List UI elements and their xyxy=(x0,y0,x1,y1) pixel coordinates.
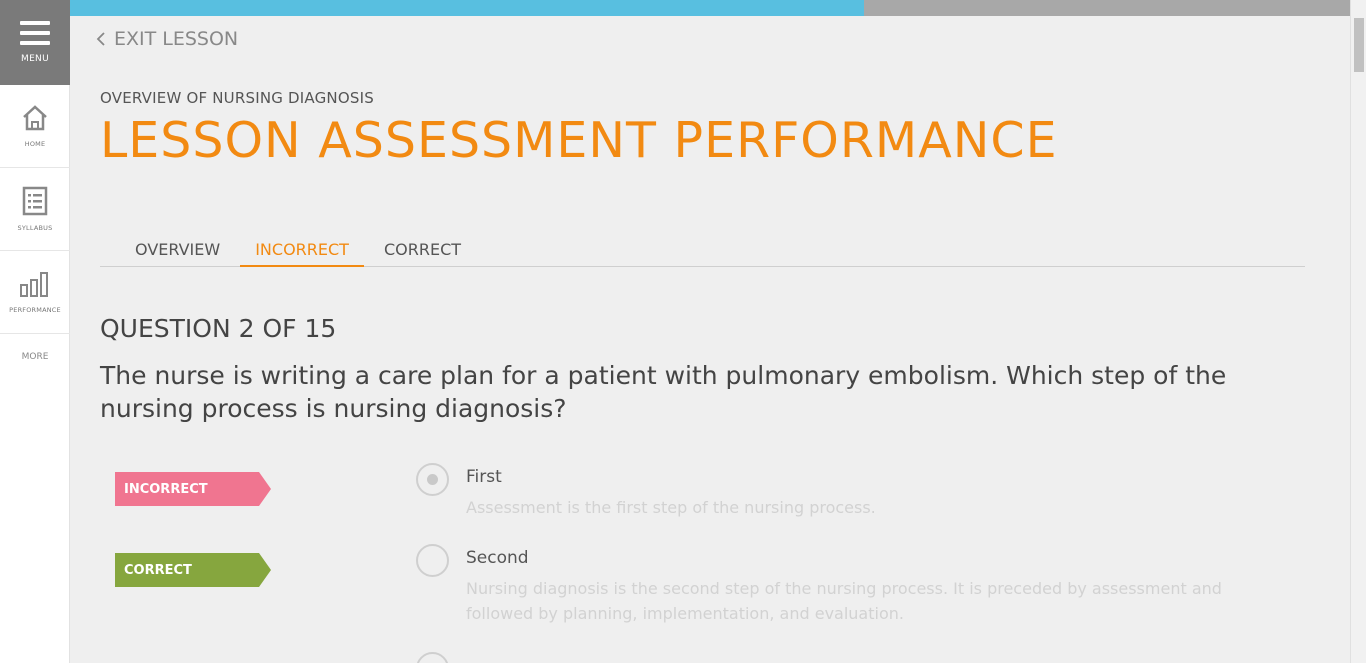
menu-button[interactable]: MENU xyxy=(0,0,70,85)
hamburger-icon xyxy=(20,21,50,45)
correct-flag: CORRECT xyxy=(115,553,271,587)
tab-correct[interactable]: CORRECT xyxy=(369,234,476,267)
question-number: QUESTION 2 OF 15 xyxy=(100,314,337,343)
page-title: LESSON ASSESSMENT PERFORMANCE xyxy=(100,112,1058,169)
progress-fill xyxy=(70,0,864,16)
sidebar: MENU HOME SYLLABUS PERFORMANCE MORE xyxy=(0,0,70,663)
sidebar-item-syllabus[interactable]: SYLLABUS xyxy=(0,168,70,251)
sidebar-item-label: SYLLABUS xyxy=(17,224,53,232)
option-rationale: Assessment is the first step of the nurs… xyxy=(466,498,876,517)
scrollbar[interactable] xyxy=(1350,0,1366,663)
radio-button[interactable] xyxy=(416,652,449,663)
sidebar-item-performance[interactable]: PERFORMANCE xyxy=(0,251,70,334)
chevron-left-icon xyxy=(96,32,105,46)
tab-overview[interactable]: OVERVIEW xyxy=(100,234,235,267)
incorrect-flag: INCORRECT xyxy=(115,472,271,506)
sidebar-item-label: HOME xyxy=(24,140,46,148)
option-rationale: Nursing diagnosis is the second step of … xyxy=(466,579,1222,623)
sidebar-item-home[interactable]: HOME xyxy=(0,85,70,168)
question-text: The nurse is writing a care plan for a p… xyxy=(100,361,1227,423)
lesson-subtitle: OVERVIEW OF NURSING DIAGNOSIS xyxy=(100,89,374,107)
radio-button[interactable] xyxy=(416,544,449,577)
syllabus-icon xyxy=(22,186,48,216)
option-label: First xyxy=(466,467,502,487)
more-button[interactable]: MORE xyxy=(0,352,70,362)
home-icon xyxy=(23,105,47,131)
radio-button-selected[interactable] xyxy=(416,463,449,496)
lesson-progress-bar xyxy=(70,0,1350,16)
option-label: Second xyxy=(466,548,529,568)
bar-chart-icon xyxy=(20,272,48,297)
exit-lesson-label: EXIT LESSON xyxy=(114,28,239,50)
tab-bar: OVERVIEW INCORRECT CORRECT xyxy=(100,234,1305,267)
menu-label: MENU xyxy=(21,54,49,64)
tab-incorrect[interactable]: INCORRECT xyxy=(240,234,364,267)
exit-lesson-link[interactable]: EXIT LESSON xyxy=(96,28,238,50)
sidebar-item-label: PERFORMANCE xyxy=(9,306,61,314)
radio-dot xyxy=(427,474,438,485)
scrollbar-thumb[interactable] xyxy=(1354,18,1364,72)
